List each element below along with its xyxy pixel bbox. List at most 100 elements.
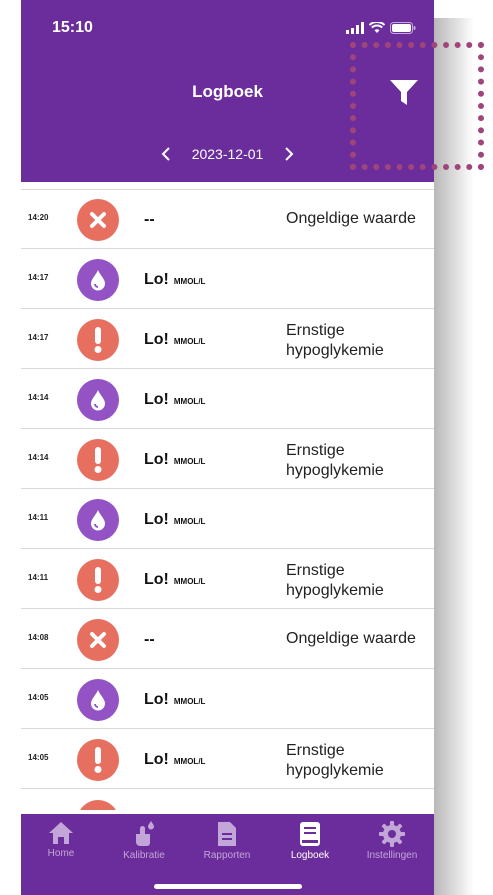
home-icon [49, 822, 73, 844]
previous-date-button[interactable] [154, 142, 178, 166]
cross-icon [77, 619, 119, 661]
description-line-1: Ernstige [286, 742, 345, 759]
filter-highlight-box [350, 42, 484, 170]
list-item[interactable]: 14:11 Lo! MMOL/L [21, 489, 434, 549]
tab-label: Rapporten [203, 850, 251, 861]
tab-kalibratie[interactable]: Kalibratie [104, 821, 184, 861]
entry-time: 14:05 [28, 693, 49, 702]
drop-icon [77, 679, 119, 721]
glucose-value: Lo! [144, 451, 169, 468]
chevron-right-icon [285, 147, 294, 161]
exclamation-icon [77, 800, 119, 810]
book-icon [300, 822, 320, 846]
entry-description: Ernstige hypoglykemie [286, 741, 434, 781]
tab-rapporten[interactable]: Rapporten [187, 821, 267, 861]
exclamation-icon [77, 319, 119, 361]
entry-value: Lo! MMOL/L [144, 391, 205, 409]
glucose-value: Lo! [144, 691, 169, 708]
tab-instellingen[interactable]: Instellingen [352, 821, 432, 861]
next-date-button[interactable] [277, 142, 301, 166]
logbook-list: 14:20 -- Ongeldige waarde 14:17 Lo! MMOL/L 14:… [21, 182, 434, 810]
entry-description: Ongeldige waarde [286, 209, 434, 229]
description-line-1: Ernstige [286, 322, 345, 339]
glucose-unit: MMOL/L [173, 517, 206, 526]
tab-label: Kalibratie [123, 850, 165, 861]
glucose-value: -- [144, 211, 155, 228]
list-item[interactable]: 14:05 Lo! MMOL/L Ernstige hypoglykemie [21, 729, 434, 789]
chevron-left-icon [161, 147, 170, 161]
entry-time: 14:11 [28, 573, 49, 582]
description-line-1: Ongeldige waarde [286, 210, 416, 227]
status-time: 15:10 [52, 19, 93, 36]
document-icon [218, 822, 236, 846]
entry-value: Lo! MMOL/L [144, 331, 205, 349]
tab-label: Home [47, 848, 75, 859]
list-item[interactable]: 14:11 Lo! MMOL/L Ernstige hypoglykemie [21, 549, 434, 609]
description-line-2: hypoglykemie [286, 762, 384, 779]
entry-time: 14:14 [28, 393, 49, 402]
exclamation-icon [77, 559, 119, 601]
entry-description: Ernstige hypoglykemie [286, 561, 434, 601]
current-date: 2023-12-01 [191, 146, 264, 162]
finger-drop-icon [136, 821, 154, 846]
entry-time: 14:11 [28, 513, 49, 522]
entry-value: Lo! MMOL/L [144, 571, 205, 589]
description-line-2: hypoglykemie [286, 462, 384, 479]
home-indicator [154, 884, 302, 889]
entry-time: 14:08 [28, 633, 49, 642]
entry-description: Ernstige hypoglykemie [286, 321, 434, 361]
list-item[interactable]: 14:14 Lo! MMOL/L [21, 369, 434, 429]
glucose-unit: MMOL/L [173, 697, 206, 706]
glucose-unit: MMOL/L [173, 337, 206, 346]
entry-time: 14:14 [28, 453, 49, 462]
description-line-1: Ernstige [286, 562, 345, 579]
drop-icon [77, 259, 119, 301]
drop-icon [77, 379, 119, 421]
drop-icon [77, 499, 119, 541]
entry-value: Lo! MMOL/L [144, 751, 205, 769]
status-icons [346, 22, 416, 34]
list-item-partial [21, 790, 434, 810]
glucose-value: Lo! [144, 511, 169, 528]
entry-value: Lo! MMOL/L [144, 271, 205, 289]
list-item[interactable]: 14:08 -- Ongeldige waarde [21, 609, 434, 669]
exclamation-icon [77, 739, 119, 781]
exclamation-icon [77, 439, 119, 481]
tab-label: Instellingen [366, 850, 418, 861]
glucose-value: Lo! [144, 331, 169, 348]
description-line-2: hypoglykemie [286, 342, 384, 359]
list-item[interactable]: 14:17 Lo! MMOL/L Ernstige hypoglykemie [21, 309, 434, 369]
entry-value: Lo! MMOL/L [144, 511, 205, 529]
description-line-1: Ongeldige waarde [286, 630, 416, 647]
entry-value: Lo! MMOL/L [144, 691, 205, 709]
entry-description: Ongeldige waarde [286, 629, 434, 649]
glucose-unit: MMOL/L [173, 457, 206, 466]
glucose-value: Lo! [144, 751, 169, 768]
list-item[interactable]: 14:05 Lo! MMOL/L [21, 669, 434, 729]
tab-home[interactable]: Home [21, 821, 101, 859]
glucose-unit: MMOL/L [173, 277, 206, 286]
entry-value: -- [144, 631, 160, 649]
gear-icon [379, 821, 405, 847]
entry-time: 14:17 [28, 333, 49, 342]
tab-logboek[interactable]: Logboek [270, 821, 350, 861]
entry-value: -- [144, 211, 160, 229]
cross-icon [77, 199, 119, 241]
entry-time: 14:17 [28, 273, 49, 282]
entry-time: 14:20 [28, 213, 49, 222]
list-item[interactable]: 14:14 Lo! MMOL/L Ernstige hypoglykemie [21, 429, 434, 489]
glucose-unit: MMOL/L [173, 757, 206, 766]
entry-time: 14:05 [28, 753, 49, 762]
tab-label: Logboek [290, 850, 330, 861]
entry-description: Ernstige hypoglykemie [286, 441, 434, 481]
signal-icon [346, 22, 364, 34]
list-item[interactable]: 14:20 -- Ongeldige waarde [21, 189, 434, 249]
description-line-2: hypoglykemie [286, 582, 384, 599]
entry-value: Lo! MMOL/L [144, 451, 205, 469]
wifi-icon [369, 22, 385, 33]
glucose-value: Lo! [144, 271, 169, 288]
tab-bar: Home Kalibratie Rapporten Logboek Instel… [21, 814, 434, 895]
battery-icon [390, 22, 416, 34]
glucose-unit: MMOL/L [173, 397, 206, 406]
list-item[interactable]: 14:17 Lo! MMOL/L [21, 249, 434, 309]
